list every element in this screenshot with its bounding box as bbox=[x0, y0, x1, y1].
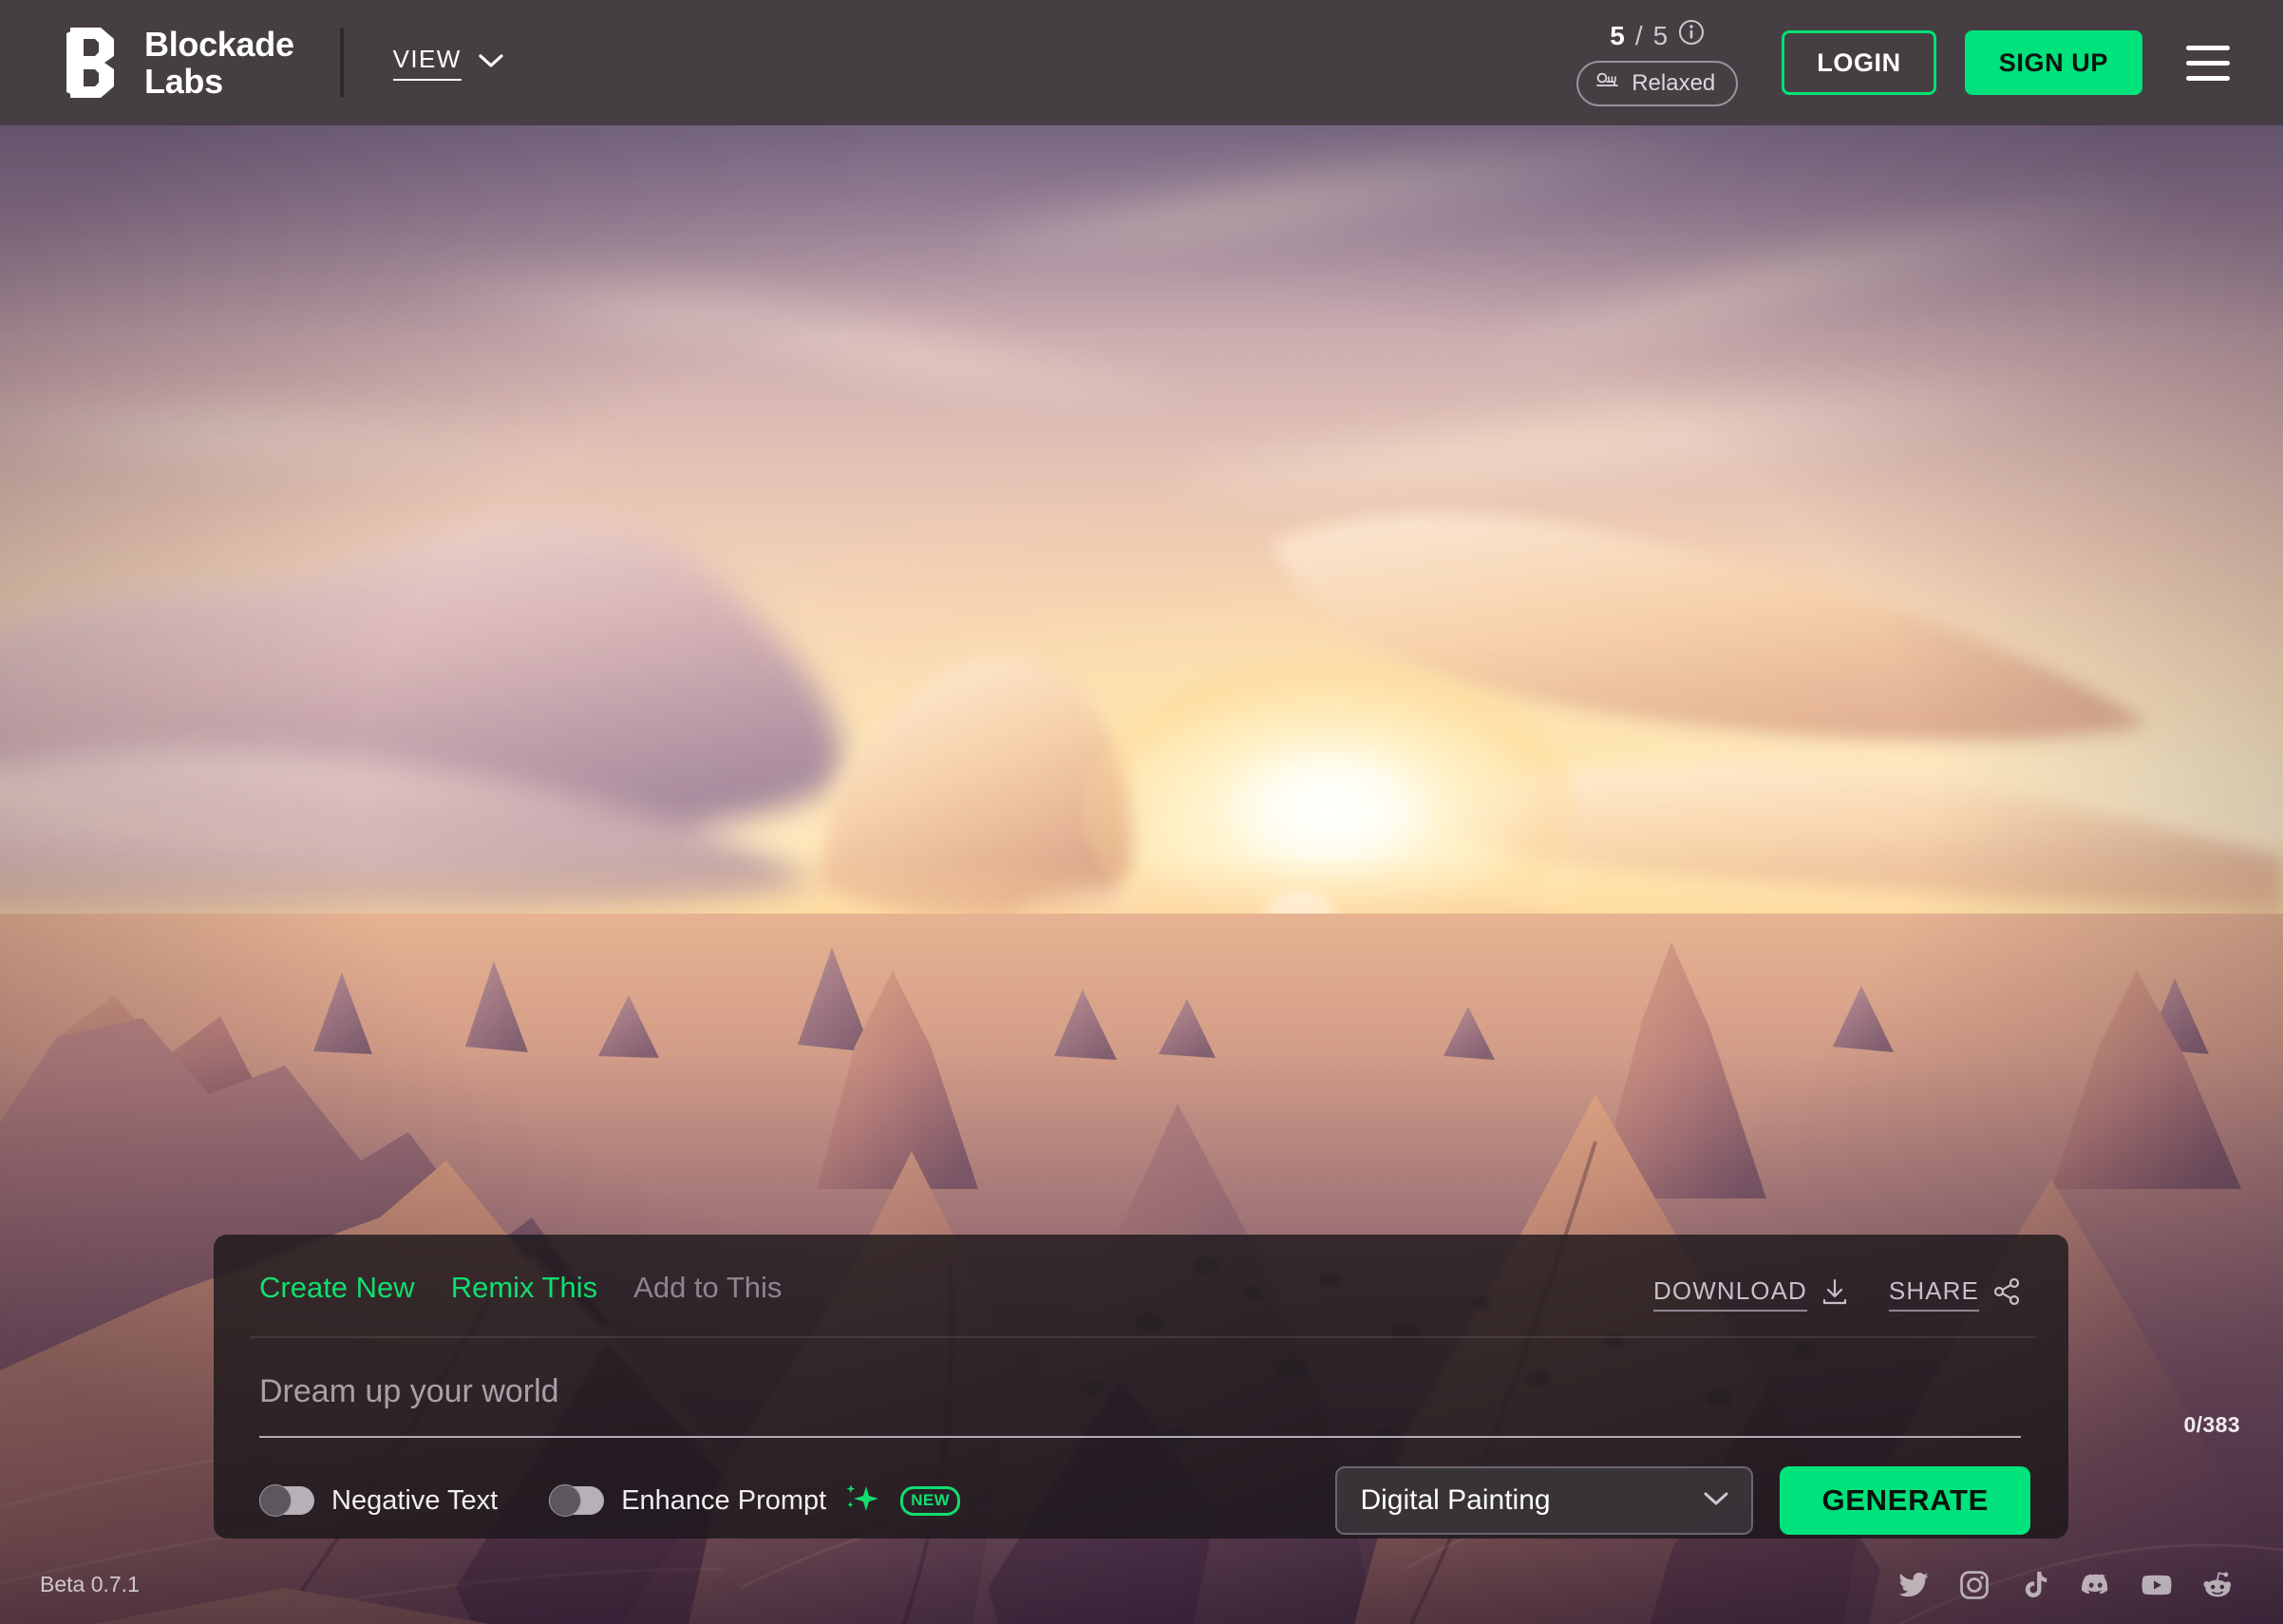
style-select-value: Digital Painting bbox=[1360, 1484, 1550, 1517]
lounge-chair-icon bbox=[1595, 69, 1620, 97]
generate-button[interactable]: GENERATE bbox=[1780, 1466, 2030, 1535]
panel-bottom-row: Negative Text Enhance Prompt NEW Digital… bbox=[259, 1463, 2030, 1539]
youtube-icon[interactable] bbox=[2141, 1569, 2173, 1601]
signup-button[interactable]: SIGN UP bbox=[1965, 30, 2142, 95]
download-icon bbox=[1821, 1277, 1849, 1311]
credits-total: 5 bbox=[1653, 21, 1669, 51]
discord-icon[interactable] bbox=[2080, 1569, 2112, 1601]
reddit-icon[interactable] bbox=[2201, 1569, 2234, 1601]
info-circle-icon[interactable] bbox=[1678, 19, 1705, 52]
view-label: VIEW bbox=[393, 45, 462, 81]
login-label: LOGIN bbox=[1817, 48, 1901, 78]
negative-text-control[interactable]: Negative Text bbox=[259, 1485, 498, 1517]
header-right-cluster: 5 / 5 Relaxed bbox=[1576, 19, 2230, 106]
enhance-prompt-control[interactable]: Enhance Prompt NEW bbox=[549, 1481, 960, 1521]
sparkles-icon bbox=[843, 1481, 879, 1521]
view-dropdown-button[interactable]: VIEW bbox=[393, 45, 503, 81]
prompt-panel: Create New Remix This Add to This DOWNLO… bbox=[214, 1235, 2068, 1539]
top-header-bar: Blockade Labs VIEW 5 / 5 bbox=[0, 0, 2283, 125]
app-root: Blockade Labs VIEW 5 / 5 bbox=[0, 0, 2283, 1624]
share-nodes-icon bbox=[1992, 1277, 2021, 1311]
download-label: DOWNLOAD bbox=[1653, 1276, 1807, 1312]
enhance-prompt-toggle[interactable] bbox=[549, 1486, 604, 1515]
download-button[interactable]: DOWNLOAD bbox=[1653, 1276, 1849, 1312]
credits-used: 5 bbox=[1610, 21, 1625, 51]
signup-label: SIGN UP bbox=[1999, 48, 2108, 78]
prompt-input[interactable] bbox=[259, 1373, 2021, 1429]
queue-mode-label: Relaxed bbox=[1632, 70, 1715, 97]
brand-line-1: Blockade bbox=[144, 26, 294, 63]
enhance-prompt-label: Enhance Prompt bbox=[621, 1485, 826, 1517]
tab-remix-this[interactable]: Remix This bbox=[451, 1271, 597, 1305]
style-select[interactable]: Digital Painting bbox=[1335, 1466, 1753, 1535]
brand-name: Blockade Labs bbox=[144, 26, 294, 100]
tiktok-icon[interactable] bbox=[2019, 1569, 2051, 1601]
credits-separator: / bbox=[1635, 21, 1643, 51]
twitter-icon[interactable] bbox=[1897, 1569, 1930, 1601]
login-button[interactable]: LOGIN bbox=[1782, 30, 1936, 95]
chevron-down-icon bbox=[1704, 1491, 1728, 1511]
tabs-divider bbox=[250, 1336, 2035, 1338]
chevron-down-icon bbox=[479, 53, 503, 73]
negative-text-toggle[interactable] bbox=[259, 1486, 314, 1515]
queue-mode-badge[interactable]: Relaxed bbox=[1576, 61, 1738, 106]
negative-text-label: Negative Text bbox=[331, 1485, 498, 1517]
prompt-char-counter: 0/383 bbox=[2183, 1412, 2240, 1438]
share-label: SHARE bbox=[1889, 1276, 1979, 1312]
tab-create-new[interactable]: Create New bbox=[259, 1271, 415, 1305]
new-badge: NEW bbox=[900, 1486, 960, 1516]
share-button[interactable]: SHARE bbox=[1889, 1276, 2021, 1312]
tab-add-to-this[interactable]: Add to This bbox=[633, 1271, 782, 1305]
hamburger-menu-icon[interactable] bbox=[2186, 46, 2230, 81]
brand-line-2: Labs bbox=[144, 63, 294, 100]
credits-counter: 5 / 5 bbox=[1610, 19, 1705, 52]
instagram-icon[interactable] bbox=[1958, 1569, 1991, 1601]
blockade-b-logo-icon bbox=[66, 28, 120, 98]
prompt-underline bbox=[259, 1436, 2021, 1438]
header-divider bbox=[340, 28, 344, 97]
version-label: Beta 0.7.1 bbox=[40, 1572, 140, 1597]
prompt-field-wrapper bbox=[259, 1373, 2021, 1429]
brand-logo[interactable]: Blockade Labs bbox=[66, 26, 294, 100]
generate-controls: Digital Painting GENERATE bbox=[1335, 1466, 2030, 1535]
social-links bbox=[1897, 1569, 2234, 1601]
credits-block: 5 / 5 Relaxed bbox=[1576, 19, 1738, 106]
panel-tabs: Create New Remix This Add to This bbox=[259, 1271, 782, 1305]
panel-actions: DOWNLOAD SHARE bbox=[1653, 1276, 2021, 1312]
